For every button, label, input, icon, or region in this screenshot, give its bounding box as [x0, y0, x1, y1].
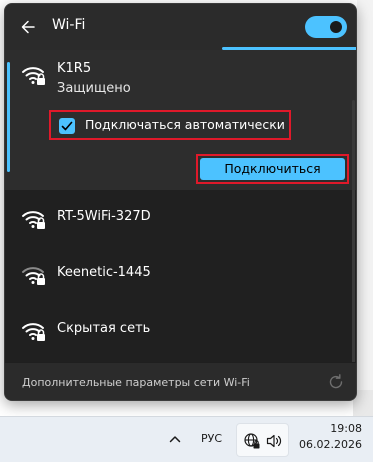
network-status: Защищено: [57, 81, 131, 96]
auto-connect-checkbox[interactable]: [59, 118, 75, 134]
wifi-secured-icon: [21, 63, 47, 87]
network-item-rt-5wifi-327d[interactable]: RT-5WiFi-327D: [5, 190, 356, 246]
more-wifi-settings-link[interactable]: Дополнительные параметры сети Wi-Fi: [22, 376, 250, 389]
language-indicator[interactable]: РУС: [201, 432, 222, 445]
auto-connect-label: Подключаться автоматически: [85, 117, 285, 132]
clock-date[interactable]: 06.02.2026: [298, 438, 362, 451]
back-arrow-icon[interactable]: [19, 18, 37, 36]
desktop-background: [357, 0, 373, 410]
network-volume-tray[interactable]: [236, 423, 289, 457]
globe-lock-icon: [243, 432, 261, 450]
selection-indicator: [7, 62, 10, 172]
auto-connect-row[interactable]: Подключаться автоматически: [49, 110, 291, 140]
wifi-header: Wi-Fi: [5, 4, 356, 50]
network-item-k1r5[interactable]: K1R5 Защищено Подключаться автоматически…: [5, 50, 356, 190]
refresh-icon[interactable]: [327, 373, 345, 391]
wifi-secured-icon: [21, 207, 47, 231]
network-ssid: Скрытая сеть: [57, 321, 151, 336]
network-ssid: Keenetic-1445: [57, 265, 151, 280]
scrollbar[interactable]: [352, 100, 355, 400]
wifi-flyout: Wi-Fi K1R5 Защищено Подключаться автомат…: [4, 3, 357, 401]
page-title: Wi-Fi: [52, 17, 86, 33]
clock-time[interactable]: 19:08: [320, 422, 362, 435]
wifi-secured-icon: [21, 319, 47, 343]
connect-highlight: Подключиться: [196, 154, 349, 184]
toggle-knob: [330, 21, 342, 33]
connect-button[interactable]: Подключиться: [200, 158, 345, 180]
network-item-keenetic-1445[interactable]: Keenetic-1445: [5, 246, 356, 302]
network-ssid: K1R5: [57, 61, 92, 76]
network-ssid: RT-5WiFi-327D: [57, 209, 151, 224]
chevron-up-icon[interactable]: [167, 431, 183, 447]
wifi-toggle[interactable]: [305, 16, 347, 38]
network-list: K1R5 Защищено Подключаться автоматически…: [5, 50, 356, 400]
taskbar: РУС 19:08 06.02.2026: [0, 416, 373, 462]
wifi-footer: Дополнительные параметры сети Wi-Fi: [5, 362, 356, 400]
wifi-secured-icon: [21, 263, 47, 287]
network-item-hidden[interactable]: Скрытая сеть: [5, 302, 356, 358]
speaker-icon: [265, 432, 283, 450]
